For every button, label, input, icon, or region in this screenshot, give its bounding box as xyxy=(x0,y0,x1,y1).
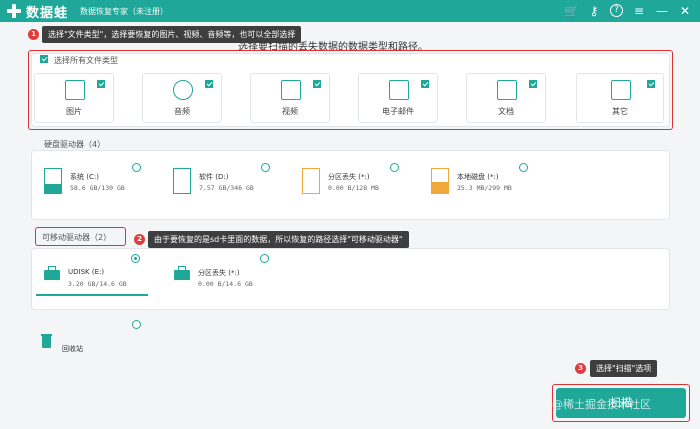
file-type-label: 其它 xyxy=(612,107,628,116)
drive-removable-lost-partition-radio[interactable] xyxy=(260,254,269,263)
drive-icon xyxy=(173,168,191,194)
callout-number-2: 2 xyxy=(134,234,145,245)
drive-size: 58.6 GB/130 GB xyxy=(70,184,125,192)
drive-name: UDISK (E:) xyxy=(68,268,105,276)
drive-local-radio[interactable] xyxy=(519,163,528,172)
drive-size: 25.3 MB/299 MB xyxy=(457,184,512,192)
file-type-video[interactable]: 视频 xyxy=(250,73,330,123)
document-check-icon xyxy=(529,80,537,88)
menu-icon[interactable]: ≡ xyxy=(632,3,646,19)
drive-lost-partition-radio[interactable] xyxy=(390,163,399,172)
callout-number-3: 3 xyxy=(575,363,586,374)
drive-c-radio[interactable] xyxy=(132,163,141,172)
usb-icon xyxy=(174,266,190,280)
drive-name: 分区丢失 (*:) xyxy=(198,269,240,277)
titlebar-icons: 🛒 ⚷ ? ≡ — ✕ xyxy=(564,3,692,19)
minimize-icon[interactable]: — xyxy=(655,3,669,19)
cart-icon[interactable]: 🛒 xyxy=(564,3,579,19)
trash-icon xyxy=(42,336,51,348)
select-all-checkbox[interactable] xyxy=(40,55,48,65)
recycle-bin-radio[interactable] xyxy=(132,320,141,329)
app-subtitle: 数据恢复专家（未注册） xyxy=(80,6,169,16)
recycle-bin[interactable]: 回收站 xyxy=(41,334,102,356)
drive-d-radio[interactable] xyxy=(261,163,270,172)
title-bar: 数据蛙 数据恢复专家（未注册） 🛒 ⚷ ? ≡ — ✕ xyxy=(0,0,700,22)
music-icon xyxy=(173,80,193,100)
audio-check-icon xyxy=(205,80,213,88)
trash-lid xyxy=(41,334,52,336)
file-type-audio[interactable]: 音频 xyxy=(142,73,222,123)
drive-name: 分区丢失 (*:) xyxy=(328,173,370,181)
envelope-icon xyxy=(389,80,409,100)
file-type-picture[interactable]: 图片 xyxy=(34,73,114,123)
drive-size: 7.57 GB/346 GB xyxy=(199,184,254,192)
video-icon xyxy=(281,80,301,100)
select-all-check-icon xyxy=(40,55,48,63)
picture-icon xyxy=(65,80,85,100)
drive-name: 系统 (C:) xyxy=(70,173,99,181)
drive-udisk-selected-underline xyxy=(36,294,148,296)
removable-panel xyxy=(31,248,670,310)
file-type-label: 音频 xyxy=(174,107,190,116)
drive-icon xyxy=(302,168,320,194)
other-check-icon xyxy=(647,80,655,88)
drive-size: 3.20 GB/14.6 GB xyxy=(68,280,127,288)
drive-size: 0.00 B/128 MB xyxy=(328,184,379,192)
file-type-label: 文档 xyxy=(498,107,514,116)
file-type-email[interactable]: 电子邮件 xyxy=(358,73,438,123)
file-type-label: 视频 xyxy=(282,107,298,116)
file-type-other[interactable]: 其它 xyxy=(576,73,664,123)
drive-name: 软件 (D:) xyxy=(199,173,229,181)
usb-icon xyxy=(44,266,60,280)
removable-section-title: 可移动驱动器（2） xyxy=(42,233,112,242)
picture-check-icon xyxy=(97,80,105,88)
hdd-section-title: 硬盘驱动器（4） xyxy=(44,140,106,149)
drive-icon xyxy=(431,168,449,194)
file-type-label: 图片 xyxy=(66,107,82,116)
close-icon[interactable]: ✕ xyxy=(678,3,692,19)
grid-icon xyxy=(611,80,631,100)
callout-3: 选择"扫描"选项 xyxy=(590,360,658,377)
drive-icon xyxy=(44,168,62,194)
callout-number-1: 1 xyxy=(28,29,39,40)
key-icon[interactable]: ⚷ xyxy=(587,3,601,19)
file-type-label: 电子邮件 xyxy=(382,107,414,116)
select-all-label: 选择所有文件类型 xyxy=(54,56,118,65)
recycle-bin-label: 回收站 xyxy=(62,345,83,353)
video-check-icon xyxy=(313,80,321,88)
email-check-icon xyxy=(421,80,429,88)
callout-2: 由于要恢复的是sd卡里面的数据，所以恢复的路径选择"可移动驱动器" xyxy=(148,231,409,248)
file-type-panel xyxy=(31,53,670,127)
drive-size: 0.00 B/14.6 GB xyxy=(198,280,253,288)
watermark: @稀土掘金技术社区 xyxy=(552,398,651,411)
drive-udisk-radio[interactable] xyxy=(131,254,140,263)
drive-name: 本地磁盘 (*:) xyxy=(457,173,499,181)
document-icon xyxy=(497,80,517,100)
file-type-document[interactable]: 文档 xyxy=(466,73,546,123)
callout-1: 选择"文件类型"，选择要恢复的图片、视频、音频等，也可以全部选择 xyxy=(42,26,302,43)
help-icon[interactable]: ? xyxy=(610,4,623,17)
app-brand: 数据蛙 xyxy=(26,5,69,21)
logo-icon xyxy=(6,3,22,19)
